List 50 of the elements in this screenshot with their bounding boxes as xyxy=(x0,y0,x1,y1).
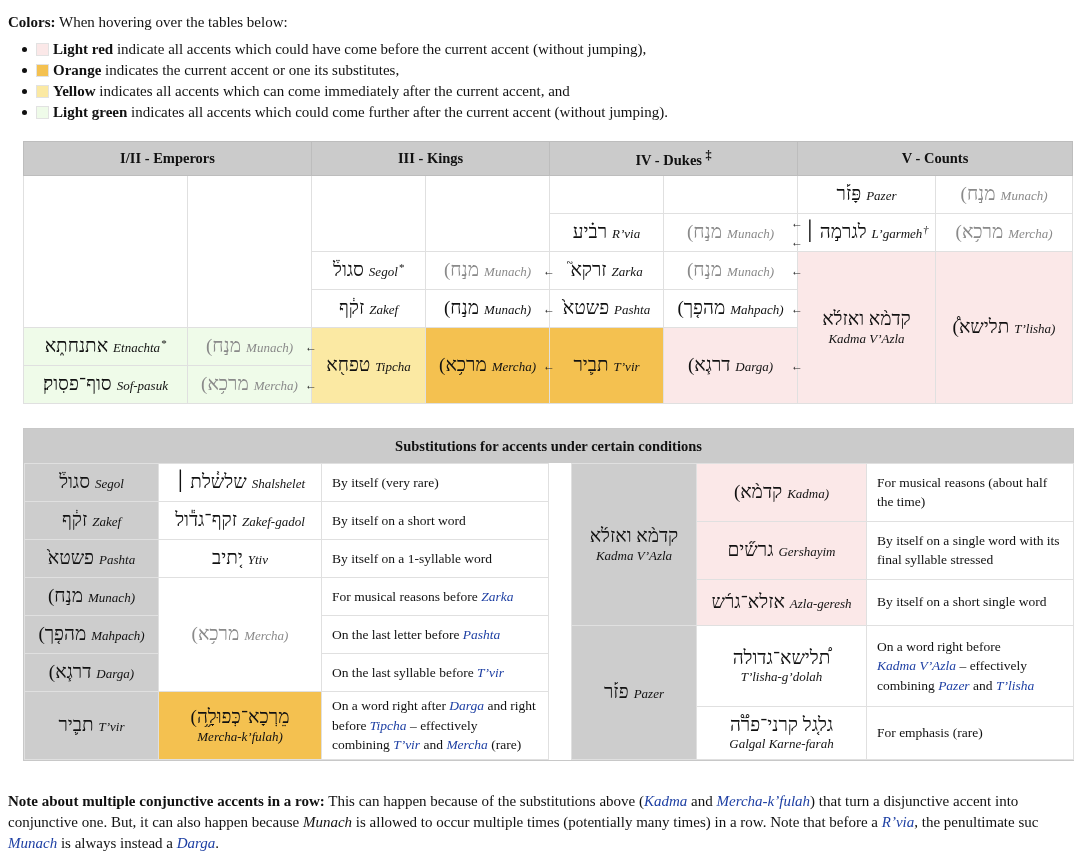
accent-link[interactable]: Pazer xyxy=(938,677,970,693)
condition-text: On a word right before Kadma V’Azla – effectively combining Pazer and T’lisha xyxy=(876,637,1036,695)
condition-text: On a word right after Darga and right before Tipcha – effectively combining T’vir and Mercha (rare) xyxy=(331,697,537,754)
accent-link[interactable]: Mercha-k’fulah xyxy=(716,792,811,809)
condition-text: For musical reasons (about half the time) xyxy=(876,473,1049,512)
legend-text: Light red indicate all accents which could have come before the current accent (without jumping), xyxy=(53,40,647,58)
bullet-icon xyxy=(22,67,27,73)
condition-text: By itself on a short word xyxy=(331,511,467,530)
intro-text: Colors: When hovering over the tables below: xyxy=(8,13,289,32)
note-paragraph: Note about multiple conjunctive accents in a row: This can happen because of the substitutions above (Kadma and Mercha-k’fulah) that turn a disjunctive accent into conjunctive one. But, it can also happen because Munach is allowed to occur multiple times (potentially many times) in a row. Note that before a R’via, the penultimate suc Munach is always instead a Darga. xyxy=(8,791,1040,853)
accent-link[interactable]: Darga xyxy=(449,698,485,713)
bullet-icon xyxy=(22,46,27,52)
accent-link[interactable]: Mercha xyxy=(446,737,488,752)
accent-link[interactable]: Kadma xyxy=(644,792,688,809)
condition-text: For musical reasons before Zarka xyxy=(331,587,515,606)
accent-link[interactable]: T’vir xyxy=(477,664,505,680)
condition-text: By itself on a single word with its final syllable stressed xyxy=(876,531,1061,570)
arrow-icon: ← xyxy=(791,359,803,372)
column-header: III - Kings xyxy=(311,141,550,176)
legend-text: Light green indicates all accents which could come further after the current accent (without jumping). xyxy=(53,103,668,121)
arrow-icon: ← xyxy=(791,235,803,248)
accent-link[interactable]: Kadma V’Azla xyxy=(877,658,957,674)
condition-text: By itself on a 1-syllable word xyxy=(331,549,494,568)
column-header: V - Counts xyxy=(797,141,1073,176)
accent-link[interactable]: Munach xyxy=(8,834,58,851)
condition-text: On the last syllable before T’vir xyxy=(331,663,506,682)
arrow-icon: ← xyxy=(305,378,317,391)
accent-link[interactable]: Tipcha xyxy=(369,717,407,733)
legend-text: Orange indicates the current accent or one its substitutes, xyxy=(53,61,400,79)
column-header: IV - Dukes $^{‡}$ xyxy=(549,141,798,176)
arrow-icon: ← xyxy=(791,302,803,315)
accent-link[interactable]: Zarka xyxy=(481,588,514,604)
arrow-icon: ← xyxy=(543,302,555,315)
arrow-icon: ← xyxy=(305,340,317,353)
accent-link[interactable]: T’vir xyxy=(393,737,421,752)
accent-link[interactable]: T’lisha xyxy=(995,677,1035,693)
legend-text: Yellow indicates all accents which can come immediately after the current accent, and xyxy=(53,82,570,100)
accent-link[interactable]: Pashta xyxy=(462,626,501,642)
arrow-icon: ← xyxy=(791,217,803,230)
condition-text: By itself on a short single word xyxy=(876,593,1048,612)
bullet-icon xyxy=(22,88,27,94)
arrow-icon: ← xyxy=(543,359,555,372)
condition-text: By itself (very rare) xyxy=(331,473,440,492)
arrow-icon: ← xyxy=(791,264,803,277)
arrow-icon: ← xyxy=(543,264,555,277)
bullet-icon xyxy=(22,109,27,115)
column-header: I/II - Emperors xyxy=(23,141,312,176)
table-title: Substitutions for accents under certain conditions xyxy=(24,429,1073,463)
condition-text: On the last letter before Pashta xyxy=(331,625,502,644)
condition-text: For emphasis (rare) xyxy=(876,724,984,743)
